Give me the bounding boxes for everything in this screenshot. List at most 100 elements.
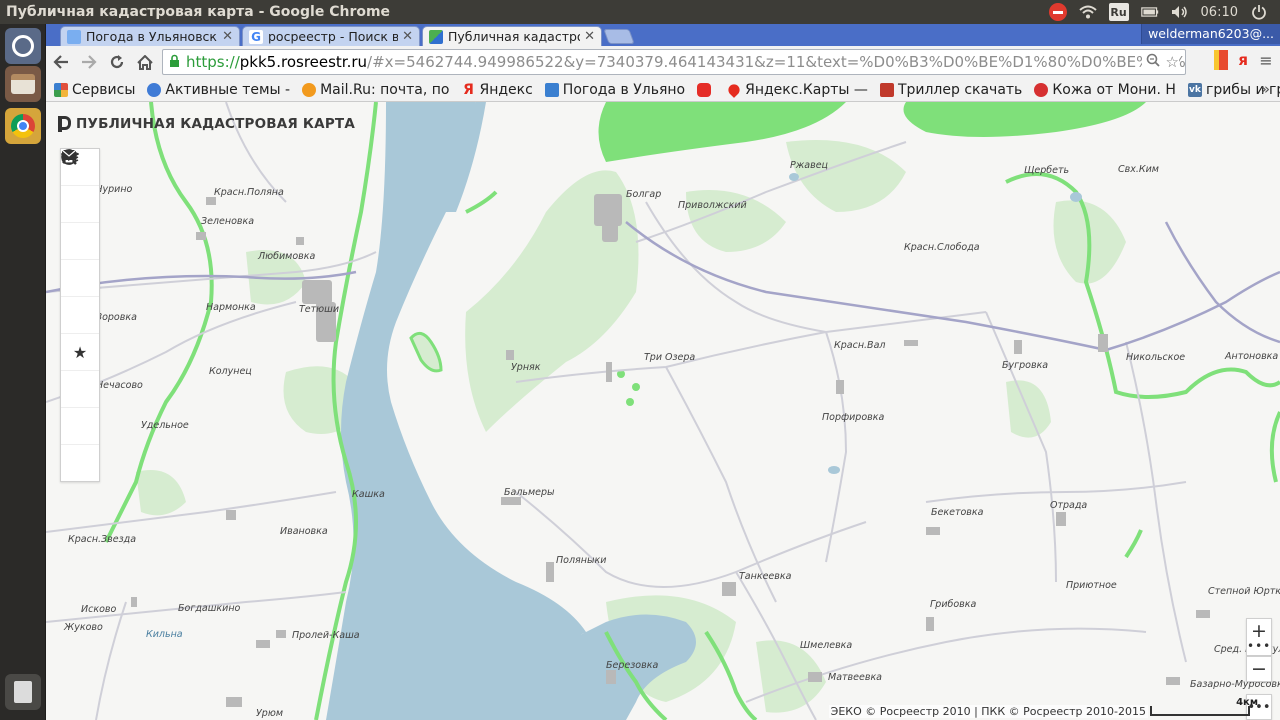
trash-icon[interactable] (5, 674, 41, 710)
place-label: Зеленовка (201, 216, 254, 227)
zoom-out-button[interactable]: − (1247, 657, 1271, 681)
site-icon (1034, 82, 1049, 97)
place-label: Тетюши (299, 304, 339, 315)
cadastral-map[interactable]: Чурино Красн.Поляна Зеленовка Любимовка … (46, 102, 1280, 720)
place-label: Никольское (1126, 352, 1185, 363)
bookmark-yandex-maps[interactable]: Яндекс.Карты — (726, 81, 868, 98)
bookmark-thriller[interactable]: Триллер скачать (879, 82, 1022, 98)
keyboard-layout-indicator[interactable]: Ru (1108, 3, 1129, 21)
lock-icon[interactable] (169, 54, 180, 71)
url-host: pkk5.rosreestr.ru (239, 53, 368, 71)
tab-cadastral-map[interactable]: Публичная кадастро ✕ (422, 26, 602, 46)
place-label: Колунец (209, 366, 252, 377)
launcher (0, 24, 46, 720)
clock[interactable]: 06:10 (1201, 5, 1238, 20)
tab-search[interactable]: G росреестр - Поиск в ✕ (242, 26, 420, 46)
bookmark-label: Активные темы - (165, 81, 291, 98)
bookmark-label: Яндекс (479, 81, 533, 98)
battery-icon[interactable] (1140, 4, 1159, 20)
bookmark-youtube[interactable] (697, 82, 715, 97)
place-label: Болгар (626, 189, 661, 200)
pencil-icon[interactable] (61, 151, 99, 297)
place-label: Любимовка (257, 251, 315, 262)
place-label: Ивановка (280, 526, 328, 537)
tab-label: Публичная кадастро (448, 29, 581, 44)
window-title: Публичная кадастровая карта - Google Chr… (6, 4, 391, 20)
ubuntu-dash-icon[interactable] (5, 28, 41, 64)
place-label: Богдашкино (178, 603, 241, 614)
search-icon[interactable] (61, 149, 99, 223)
zoom-step-dots: ••• (1247, 639, 1272, 653)
place-label: Отрада (1050, 500, 1087, 511)
place-label: Жуково (63, 622, 103, 633)
system-tray: Ru 06:10 (1048, 3, 1280, 21)
zoom-out-control: − (1246, 656, 1272, 682)
zoom-in-control: + ••• (1246, 618, 1272, 656)
bookmark-label: Погода в Ульяно (562, 81, 686, 98)
place-label: Свх.Ким (1118, 164, 1159, 175)
power-icon[interactable] (1250, 4, 1268, 20)
place-label: Танкеевка (739, 571, 792, 582)
bookmark-extension-icon[interactable] (1214, 50, 1229, 70)
place-label: Кашка (352, 489, 385, 500)
files-icon[interactable] (5, 66, 41, 102)
place-label: Шмелевка (800, 640, 852, 651)
star-bookmark-icon[interactable]: ☆ (1166, 53, 1179, 71)
mail-ru-icon (302, 82, 317, 97)
wifi-icon[interactable] (1078, 4, 1097, 20)
close-icon[interactable]: ✕ (584, 29, 595, 44)
bookmark-yandex[interactable]: Я Яндекс (461, 81, 533, 98)
yandex-extension-icon[interactable]: я (1238, 51, 1248, 69)
new-tab-button[interactable] (603, 29, 635, 44)
place-label: Урняк (511, 362, 541, 373)
url-scheme: https:// (186, 53, 240, 71)
scale-bar (1150, 706, 1250, 716)
place-label: Бальмеры (504, 487, 555, 498)
chrome-icon[interactable] (5, 108, 41, 144)
star-icon[interactable]: ★ (61, 334, 99, 371)
measure-icon[interactable] (61, 149, 99, 334)
map-canvas[interactable]: Чурино Красн.Поляна Зеленовка Любимовка … (46, 102, 1280, 720)
weather-favicon (67, 29, 81, 44)
stop-icon[interactable] (1048, 3, 1067, 21)
place-label: Урюм (256, 708, 283, 719)
profile-button[interactable]: welderman6203@... (1141, 24, 1280, 44)
bookmarks-overflow-icon[interactable]: » (1261, 80, 1270, 98)
place-label: Красн.Слобода (904, 242, 980, 253)
bookmark-label: Кожа от Мони. Н (1052, 81, 1176, 98)
bookmark-weather[interactable]: Погода в Ульяно (544, 81, 686, 98)
print-icon[interactable] (61, 150, 99, 408)
volume-icon[interactable] (1171, 4, 1189, 20)
reload-icon[interactable] (104, 49, 130, 75)
place-label: Приволжский (678, 200, 747, 211)
back-icon[interactable] (48, 49, 74, 75)
map-title: ПУБЛИЧНАЯ КАДАСТРОВАЯ КАРТА (58, 116, 355, 132)
place-label: Нечасово (96, 380, 143, 391)
close-icon[interactable]: ✕ (222, 29, 233, 44)
tab-label: Погода в Ульяновск (86, 29, 217, 44)
pkk-logo-icon (58, 116, 71, 132)
zoom-lens-icon[interactable] (1146, 53, 1160, 71)
help-icon[interactable]: ? (61, 149, 99, 445)
mail-icon[interactable] (61, 149, 99, 482)
yandex-icon: Я (463, 81, 474, 98)
bookmark-services[interactable]: Сервисы (54, 82, 135, 98)
map-copyright: ЭЕКО © Росреестр 2010 | ПКК © Росреестр … (828, 705, 1148, 718)
yandex-maps-icon (726, 81, 743, 98)
tab-weather[interactable]: Погода в Ульяновск ✕ (60, 26, 240, 46)
home-icon[interactable] (132, 49, 158, 75)
forward-icon[interactable] (76, 49, 102, 75)
browser-toolbar: https:// pkk5.rosreestr.ru /#x=5462744.9… (46, 46, 1280, 78)
place-label: Грибовка (930, 599, 977, 610)
video-icon (879, 82, 894, 97)
apps-icon (54, 82, 68, 97)
weather-icon (544, 82, 559, 97)
address-bar[interactable]: https:// pkk5.rosreestr.ru /#x=5462744.9… (162, 49, 1186, 75)
chrome-menu-icon[interactable]: ≡ (1258, 51, 1274, 70)
bookmark-active-topics[interactable]: Активные темы - (147, 82, 290, 98)
bookmark-mail-ru[interactable]: Mail.Ru: почта, по (302, 82, 449, 98)
close-icon[interactable]: ✕ (402, 29, 413, 44)
bookmark-skin[interactable]: Кожа от Мони. Н (1034, 82, 1176, 98)
pkk-favicon (429, 29, 443, 44)
info-icon[interactable] (61, 149, 99, 260)
